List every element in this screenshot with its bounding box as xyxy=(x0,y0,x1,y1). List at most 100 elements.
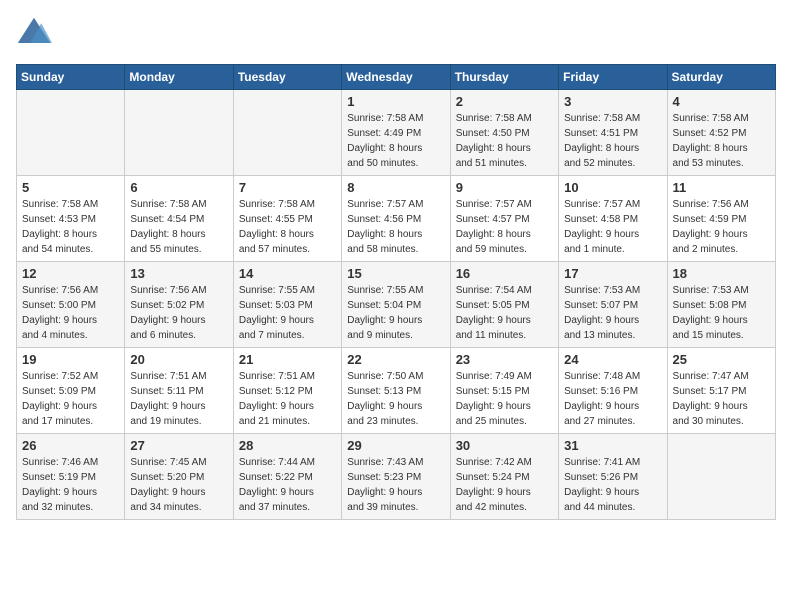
calendar-cell: 12 Sunrise: 7:56 AM Sunset: 5:00 PM Dayli… xyxy=(17,262,125,348)
day-info: Sunrise: 7:57 AM Sunset: 4:56 PM Dayligh… xyxy=(347,197,444,257)
day-number: 17 xyxy=(564,266,661,281)
day-info: Sunrise: 7:47 AM Sunset: 5:17 PM Dayligh… xyxy=(673,369,770,429)
day-info: Sunrise: 7:55 AM Sunset: 5:03 PM Dayligh… xyxy=(239,283,336,343)
calendar-cell: 8 Sunrise: 7:57 AM Sunset: 4:56 PM Daylig… xyxy=(342,176,450,262)
day-number: 5 xyxy=(22,180,119,195)
calendar-cell: 22 Sunrise: 7:50 AM Sunset: 5:13 PM Dayli… xyxy=(342,348,450,434)
day-info: Sunrise: 7:58 AM Sunset: 4:51 PM Dayligh… xyxy=(564,111,661,171)
calendar-cell: 19 Sunrise: 7:52 AM Sunset: 5:09 PM Dayli… xyxy=(17,348,125,434)
day-number: 4 xyxy=(673,94,770,109)
header-day-saturday: Saturday xyxy=(667,65,775,90)
day-number: 13 xyxy=(130,266,227,281)
calendar-cell xyxy=(125,90,233,176)
day-info: Sunrise: 7:58 AM Sunset: 4:55 PM Dayligh… xyxy=(239,197,336,257)
day-info: Sunrise: 7:44 AM Sunset: 5:22 PM Dayligh… xyxy=(239,455,336,515)
calendar-cell: 9 Sunrise: 7:57 AM Sunset: 4:57 PM Daylig… xyxy=(450,176,558,262)
calendar-cell: 13 Sunrise: 7:56 AM Sunset: 5:02 PM Dayli… xyxy=(125,262,233,348)
day-number: 16 xyxy=(456,266,553,281)
week-row-1: 1 Sunrise: 7:58 AM Sunset: 4:49 PM Daylig… xyxy=(17,90,776,176)
calendar-cell: 3 Sunrise: 7:58 AM Sunset: 4:51 PM Daylig… xyxy=(559,90,667,176)
calendar-cell: 28Sunrise: 7:44 AM Sunset: 5:22 PM Dayli… xyxy=(233,434,341,520)
calendar-cell: 27 Sunrise: 7:45 AM Sunset: 5:20 PM Dayli… xyxy=(125,434,233,520)
day-number: 23 xyxy=(456,352,553,367)
day-info: Sunrise: 7:58 AM Sunset: 4:50 PM Dayligh… xyxy=(456,111,553,171)
day-number: 18 xyxy=(673,266,770,281)
header-day-sunday: Sunday xyxy=(17,65,125,90)
day-number: 12 xyxy=(22,266,119,281)
day-info: Sunrise: 7:48 AM Sunset: 5:16 PM Dayligh… xyxy=(564,369,661,429)
day-info: Sunrise: 7:58 AM Sunset: 4:49 PM Dayligh… xyxy=(347,111,444,171)
day-number: 15 xyxy=(347,266,444,281)
week-row-5: 26 Sunrise: 7:46 AM Sunset: 5:19 PM Dayli… xyxy=(17,434,776,520)
day-info: Sunrise: 7:58 AM Sunset: 4:52 PM Dayligh… xyxy=(673,111,770,171)
day-number: 19 xyxy=(22,352,119,367)
calendar-cell: 21Sunrise: 7:51 AM Sunset: 5:12 PM Dayli… xyxy=(233,348,341,434)
day-info: Sunrise: 7:56 AM Sunset: 4:59 PM Dayligh… xyxy=(673,197,770,257)
day-info: Sunrise: 7:56 AM Sunset: 5:02 PM Dayligh… xyxy=(130,283,227,343)
day-number: 6 xyxy=(130,180,227,195)
day-number: 11 xyxy=(673,180,770,195)
day-info: Sunrise: 7:58 AM Sunset: 4:53 PM Dayligh… xyxy=(22,197,119,257)
calendar-cell: 24 Sunrise: 7:48 AM Sunset: 5:16 PM Dayli… xyxy=(559,348,667,434)
calendar-cell: 20 Sunrise: 7:51 AM Sunset: 5:11 PM Dayli… xyxy=(125,348,233,434)
header-day-tuesday: Tuesday xyxy=(233,65,341,90)
day-number: 9 xyxy=(456,180,553,195)
calendar-cell: 1 Sunrise: 7:58 AM Sunset: 4:49 PM Daylig… xyxy=(342,90,450,176)
day-info: Sunrise: 7:57 AM Sunset: 4:57 PM Dayligh… xyxy=(456,197,553,257)
day-number: 8 xyxy=(347,180,444,195)
calendar-cell: 29Sunrise: 7:43 AM Sunset: 5:23 PM Dayli… xyxy=(342,434,450,520)
calendar-cell: 16 Sunrise: 7:54 AM Sunset: 5:05 PM Dayli… xyxy=(450,262,558,348)
day-number: 31 xyxy=(564,438,661,453)
day-number: 14 xyxy=(239,266,336,281)
day-info: Sunrise: 7:49 AM Sunset: 5:15 PM Dayligh… xyxy=(456,369,553,429)
day-info: Sunrise: 7:46 AM Sunset: 5:19 PM Dayligh… xyxy=(22,455,119,515)
day-info: Sunrise: 7:56 AM Sunset: 5:00 PM Dayligh… xyxy=(22,283,119,343)
calendar-cell xyxy=(667,434,775,520)
day-info: Sunrise: 7:45 AM Sunset: 5:20 PM Dayligh… xyxy=(130,455,227,515)
week-row-3: 12 Sunrise: 7:56 AM Sunset: 5:00 PM Dayli… xyxy=(17,262,776,348)
header-day-friday: Friday xyxy=(559,65,667,90)
calendar-cell: 23 Sunrise: 7:49 AM Sunset: 5:15 PM Dayli… xyxy=(450,348,558,434)
day-info: Sunrise: 7:50 AM Sunset: 5:13 PM Dayligh… xyxy=(347,369,444,429)
week-row-4: 19 Sunrise: 7:52 AM Sunset: 5:09 PM Dayli… xyxy=(17,348,776,434)
day-info: Sunrise: 7:57 AM Sunset: 4:58 PM Dayligh… xyxy=(564,197,661,257)
day-number: 20 xyxy=(130,352,227,367)
calendar-cell xyxy=(17,90,125,176)
page-header xyxy=(16,16,776,52)
day-number: 24 xyxy=(564,352,661,367)
calendar-header-row: SundayMondayTuesdayWednesdayThursdayFrid… xyxy=(17,65,776,90)
day-number: 25 xyxy=(673,352,770,367)
day-number: 10 xyxy=(564,180,661,195)
logo-icon xyxy=(16,16,52,52)
day-info: Sunrise: 7:43 AM Sunset: 5:23 PM Dayligh… xyxy=(347,455,444,515)
calendar-cell: 2 Sunrise: 7:58 AM Sunset: 4:50 PM Daylig… xyxy=(450,90,558,176)
day-info: Sunrise: 7:58 AM Sunset: 4:54 PM Dayligh… xyxy=(130,197,227,257)
day-info: Sunrise: 7:53 AM Sunset: 5:08 PM Dayligh… xyxy=(673,283,770,343)
day-number: 3 xyxy=(564,94,661,109)
calendar-cell: 6 Sunrise: 7:58 AM Sunset: 4:54 PM Daylig… xyxy=(125,176,233,262)
calendar-cell: 4 Sunrise: 7:58 AM Sunset: 4:52 PM Daylig… xyxy=(667,90,775,176)
day-number: 1 xyxy=(347,94,444,109)
calendar-table: SundayMondayTuesdayWednesdayThursdayFrid… xyxy=(16,64,776,520)
calendar-cell: 18 Sunrise: 7:53 AM Sunset: 5:08 PM Dayli… xyxy=(667,262,775,348)
calendar-cell: 30Sunrise: 7:42 AM Sunset: 5:24 PM Dayli… xyxy=(450,434,558,520)
week-row-2: 5 Sunrise: 7:58 AM Sunset: 4:53 PM Daylig… xyxy=(17,176,776,262)
logo xyxy=(16,16,56,52)
calendar-cell: 31Sunrise: 7:41 AM Sunset: 5:26 PM Dayli… xyxy=(559,434,667,520)
day-number: 22 xyxy=(347,352,444,367)
day-info: Sunrise: 7:42 AM Sunset: 5:24 PM Dayligh… xyxy=(456,455,553,515)
day-number: 2 xyxy=(456,94,553,109)
calendar-cell: 15Sunrise: 7:55 AM Sunset: 5:04 PM Dayli… xyxy=(342,262,450,348)
header-day-thursday: Thursday xyxy=(450,65,558,90)
day-number: 21 xyxy=(239,352,336,367)
day-info: Sunrise: 7:51 AM Sunset: 5:11 PM Dayligh… xyxy=(130,369,227,429)
day-number: 27 xyxy=(130,438,227,453)
calendar-cell: 14 Sunrise: 7:55 AM Sunset: 5:03 PM Dayli… xyxy=(233,262,341,348)
day-info: Sunrise: 7:54 AM Sunset: 5:05 PM Dayligh… xyxy=(456,283,553,343)
calendar-cell: 11 Sunrise: 7:56 AM Sunset: 4:59 PM Dayli… xyxy=(667,176,775,262)
day-number: 7 xyxy=(239,180,336,195)
calendar-cell: 25 Sunrise: 7:47 AM Sunset: 5:17 PM Dayli… xyxy=(667,348,775,434)
header-day-wednesday: Wednesday xyxy=(342,65,450,90)
day-number: 26 xyxy=(22,438,119,453)
day-info: Sunrise: 7:52 AM Sunset: 5:09 PM Dayligh… xyxy=(22,369,119,429)
